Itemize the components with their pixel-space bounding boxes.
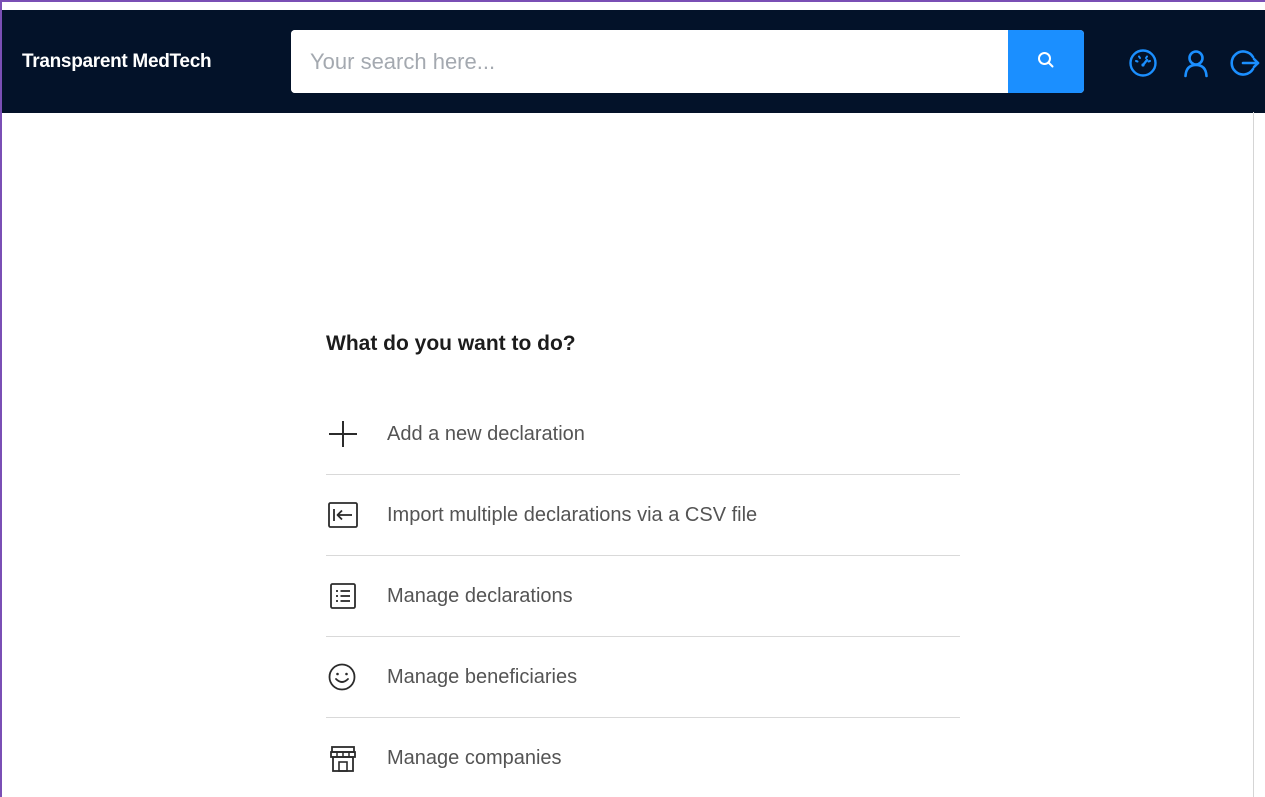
action-manage-beneficiaries[interactable]: Manage beneficiaries [326, 637, 960, 718]
action-manage-companies[interactable]: Manage companies [326, 718, 960, 797]
action-label: Add a new declaration [387, 422, 585, 445]
action-label: Manage declarations [387, 584, 573, 607]
plus-icon [326, 417, 360, 451]
search-input[interactable] [291, 30, 1008, 93]
dashboard-gauge-icon[interactable] [1128, 48, 1158, 78]
search-icon [1036, 50, 1056, 73]
page-heading: What do you want to do? [326, 332, 576, 355]
action-label: Manage beneficiaries [387, 665, 578, 688]
app-window: Transparent MedTech Your search here... … [0, 0, 1265, 797]
brand-title[interactable]: Transparent MedTech [22, 10, 212, 113]
list-icon [326, 579, 360, 613]
action-manage-declarations[interactable]: Manage declarations [326, 556, 960, 637]
top-navbar: Transparent MedTech [2, 10, 1265, 113]
store-icon [326, 742, 360, 776]
action-import-csv[interactable]: Import multiple declarations via a CSV f… [326, 475, 960, 556]
action-label: Import multiple declarations via a CSV f… [387, 503, 758, 526]
action-add-declaration[interactable]: Add a new declaration [326, 394, 960, 475]
import-icon [326, 498, 360, 532]
smiley-icon [326, 660, 360, 694]
action-label: Manage companies [387, 747, 562, 769]
logout-icon[interactable] [1230, 48, 1260, 78]
search-bar [291, 30, 1084, 93]
content-edge-divider [1253, 112, 1254, 797]
action-list: Add a new declaration Import multiple de… [326, 394, 960, 797]
user-icon[interactable] [1181, 48, 1211, 78]
search-button[interactable] [1008, 30, 1084, 93]
